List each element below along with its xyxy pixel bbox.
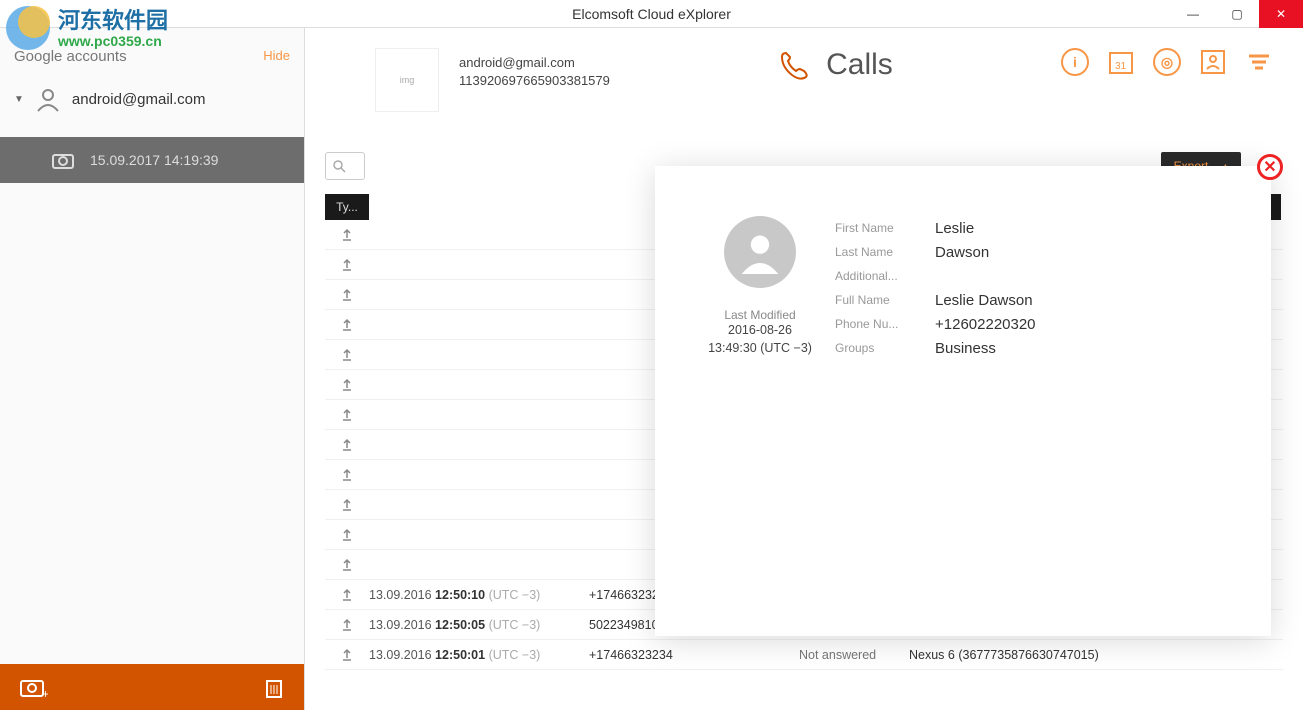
account-thumbnail: img: [375, 48, 439, 112]
device-cell: Nexus 6 (3677735876630747015): [899, 648, 1283, 662]
phone-icon: [778, 49, 810, 81]
additional-label: Additional...: [835, 264, 935, 288]
last-modified-time: 13:49:30 (UTC −3): [685, 340, 835, 358]
call-direction-icon: [325, 648, 369, 662]
phone-value: +12602220320: [935, 312, 1241, 336]
contacts-icon[interactable]: [1199, 48, 1227, 76]
chevron-down-icon: ▼: [14, 94, 24, 105]
call-direction-icon: [325, 228, 369, 242]
date-cell: 13.09.2016 12:50:05 (UTC −3): [369, 618, 589, 632]
sidebar: Google accounts Hide ▼ android@gmail.com…: [0, 28, 305, 710]
call-direction-icon: [325, 588, 369, 602]
person-icon: [34, 85, 62, 113]
call-direction-icon: [325, 468, 369, 482]
window-title: Elcomsoft Cloud eXplorer: [0, 6, 1303, 22]
search-box[interactable]: [325, 152, 365, 180]
last-name-value: Dawson: [935, 240, 1241, 264]
add-snapshot-icon[interactable]: +: [20, 676, 48, 698]
last-modified-date: 2016-08-26: [685, 322, 835, 340]
status-cell: Not answered: [799, 648, 899, 662]
maximize-button[interactable]: ▢: [1215, 0, 1259, 28]
info-icon[interactable]: i: [1061, 48, 1089, 76]
first-name-label: First Name: [835, 216, 935, 240]
sidebar-account-label: android@gmail.com: [72, 91, 206, 108]
contact-avatar: [724, 216, 796, 288]
call-direction-icon: [325, 318, 369, 332]
call-direction-icon: [325, 408, 369, 422]
minimize-button[interactable]: ―: [1171, 0, 1215, 28]
account-email: android@gmail.com: [459, 54, 610, 72]
sidebar-hide-link[interactable]: Hide: [263, 48, 290, 65]
titlebar: Elcomsoft Cloud eXplorer ― ▢ ✕: [0, 0, 1303, 28]
call-direction-icon: [325, 288, 369, 302]
sidebar-bottom-bar: +: [0, 664, 304, 710]
party-cell: +17466323234: [589, 648, 799, 662]
content-area: img android@gmail.com 113920697665903381…: [305, 28, 1303, 710]
call-direction-icon: [325, 498, 369, 512]
snapshot-timestamp: 15.09.2017 14:19:39: [90, 152, 218, 168]
call-direction-icon: [325, 618, 369, 632]
camera-icon: [52, 151, 74, 169]
full-name-value: Leslie Dawson: [935, 288, 1241, 312]
full-name-label: Full Name: [835, 288, 935, 312]
sidebar-heading: Google accounts: [14, 48, 127, 65]
search-icon: [332, 159, 346, 173]
call-direction-icon: [325, 348, 369, 362]
sidebar-snapshot-row[interactable]: 15.09.2017 14:19:39: [0, 137, 304, 183]
date-cell: 13.09.2016 12:50:10 (UTC −3): [369, 588, 589, 602]
target-icon[interactable]: ◎: [1153, 48, 1181, 76]
close-button[interactable]: ✕: [1259, 0, 1303, 28]
account-header: img android@gmail.com 113920697665903381…: [305, 28, 1303, 148]
call-direction-icon: [325, 258, 369, 272]
call-direction-icon: [325, 558, 369, 572]
svg-text:31: 31: [1115, 61, 1127, 72]
table-row[interactable]: 13.09.2016 12:50:01 (UTC −3)+17466323234…: [325, 640, 1283, 670]
svg-text:+: +: [42, 687, 48, 698]
first-name-value: Leslie: [935, 216, 1241, 240]
last-modified-label: Last Modified: [685, 308, 835, 322]
call-direction-icon: [325, 438, 369, 452]
modal-close-button[interactable]: ✕: [1257, 154, 1283, 180]
sidebar-account-row[interactable]: ▼ android@gmail.com: [0, 75, 304, 123]
trash-icon[interactable]: [264, 676, 284, 698]
call-direction-icon: [325, 378, 369, 392]
filter-lines-icon[interactable]: [1245, 48, 1273, 76]
account-uid: 113920697665903381579: [459, 72, 610, 90]
call-direction-icon: [325, 528, 369, 542]
contact-detail-modal: ✕ Last Modified 2016-08-26 13:49:30 (UTC…: [655, 166, 1271, 636]
section-title: Calls: [826, 48, 893, 82]
additional-value: [935, 264, 1241, 288]
groups-label: Groups: [835, 336, 935, 360]
calendar-icon[interactable]: 31: [1107, 48, 1135, 76]
col-type[interactable]: Ty...: [325, 194, 369, 220]
date-cell: 13.09.2016 12:50:01 (UTC −3): [369, 648, 589, 662]
groups-value: Business: [935, 336, 1241, 360]
phone-label: Phone Nu...: [835, 312, 935, 336]
last-name-label: Last Name: [835, 240, 935, 264]
